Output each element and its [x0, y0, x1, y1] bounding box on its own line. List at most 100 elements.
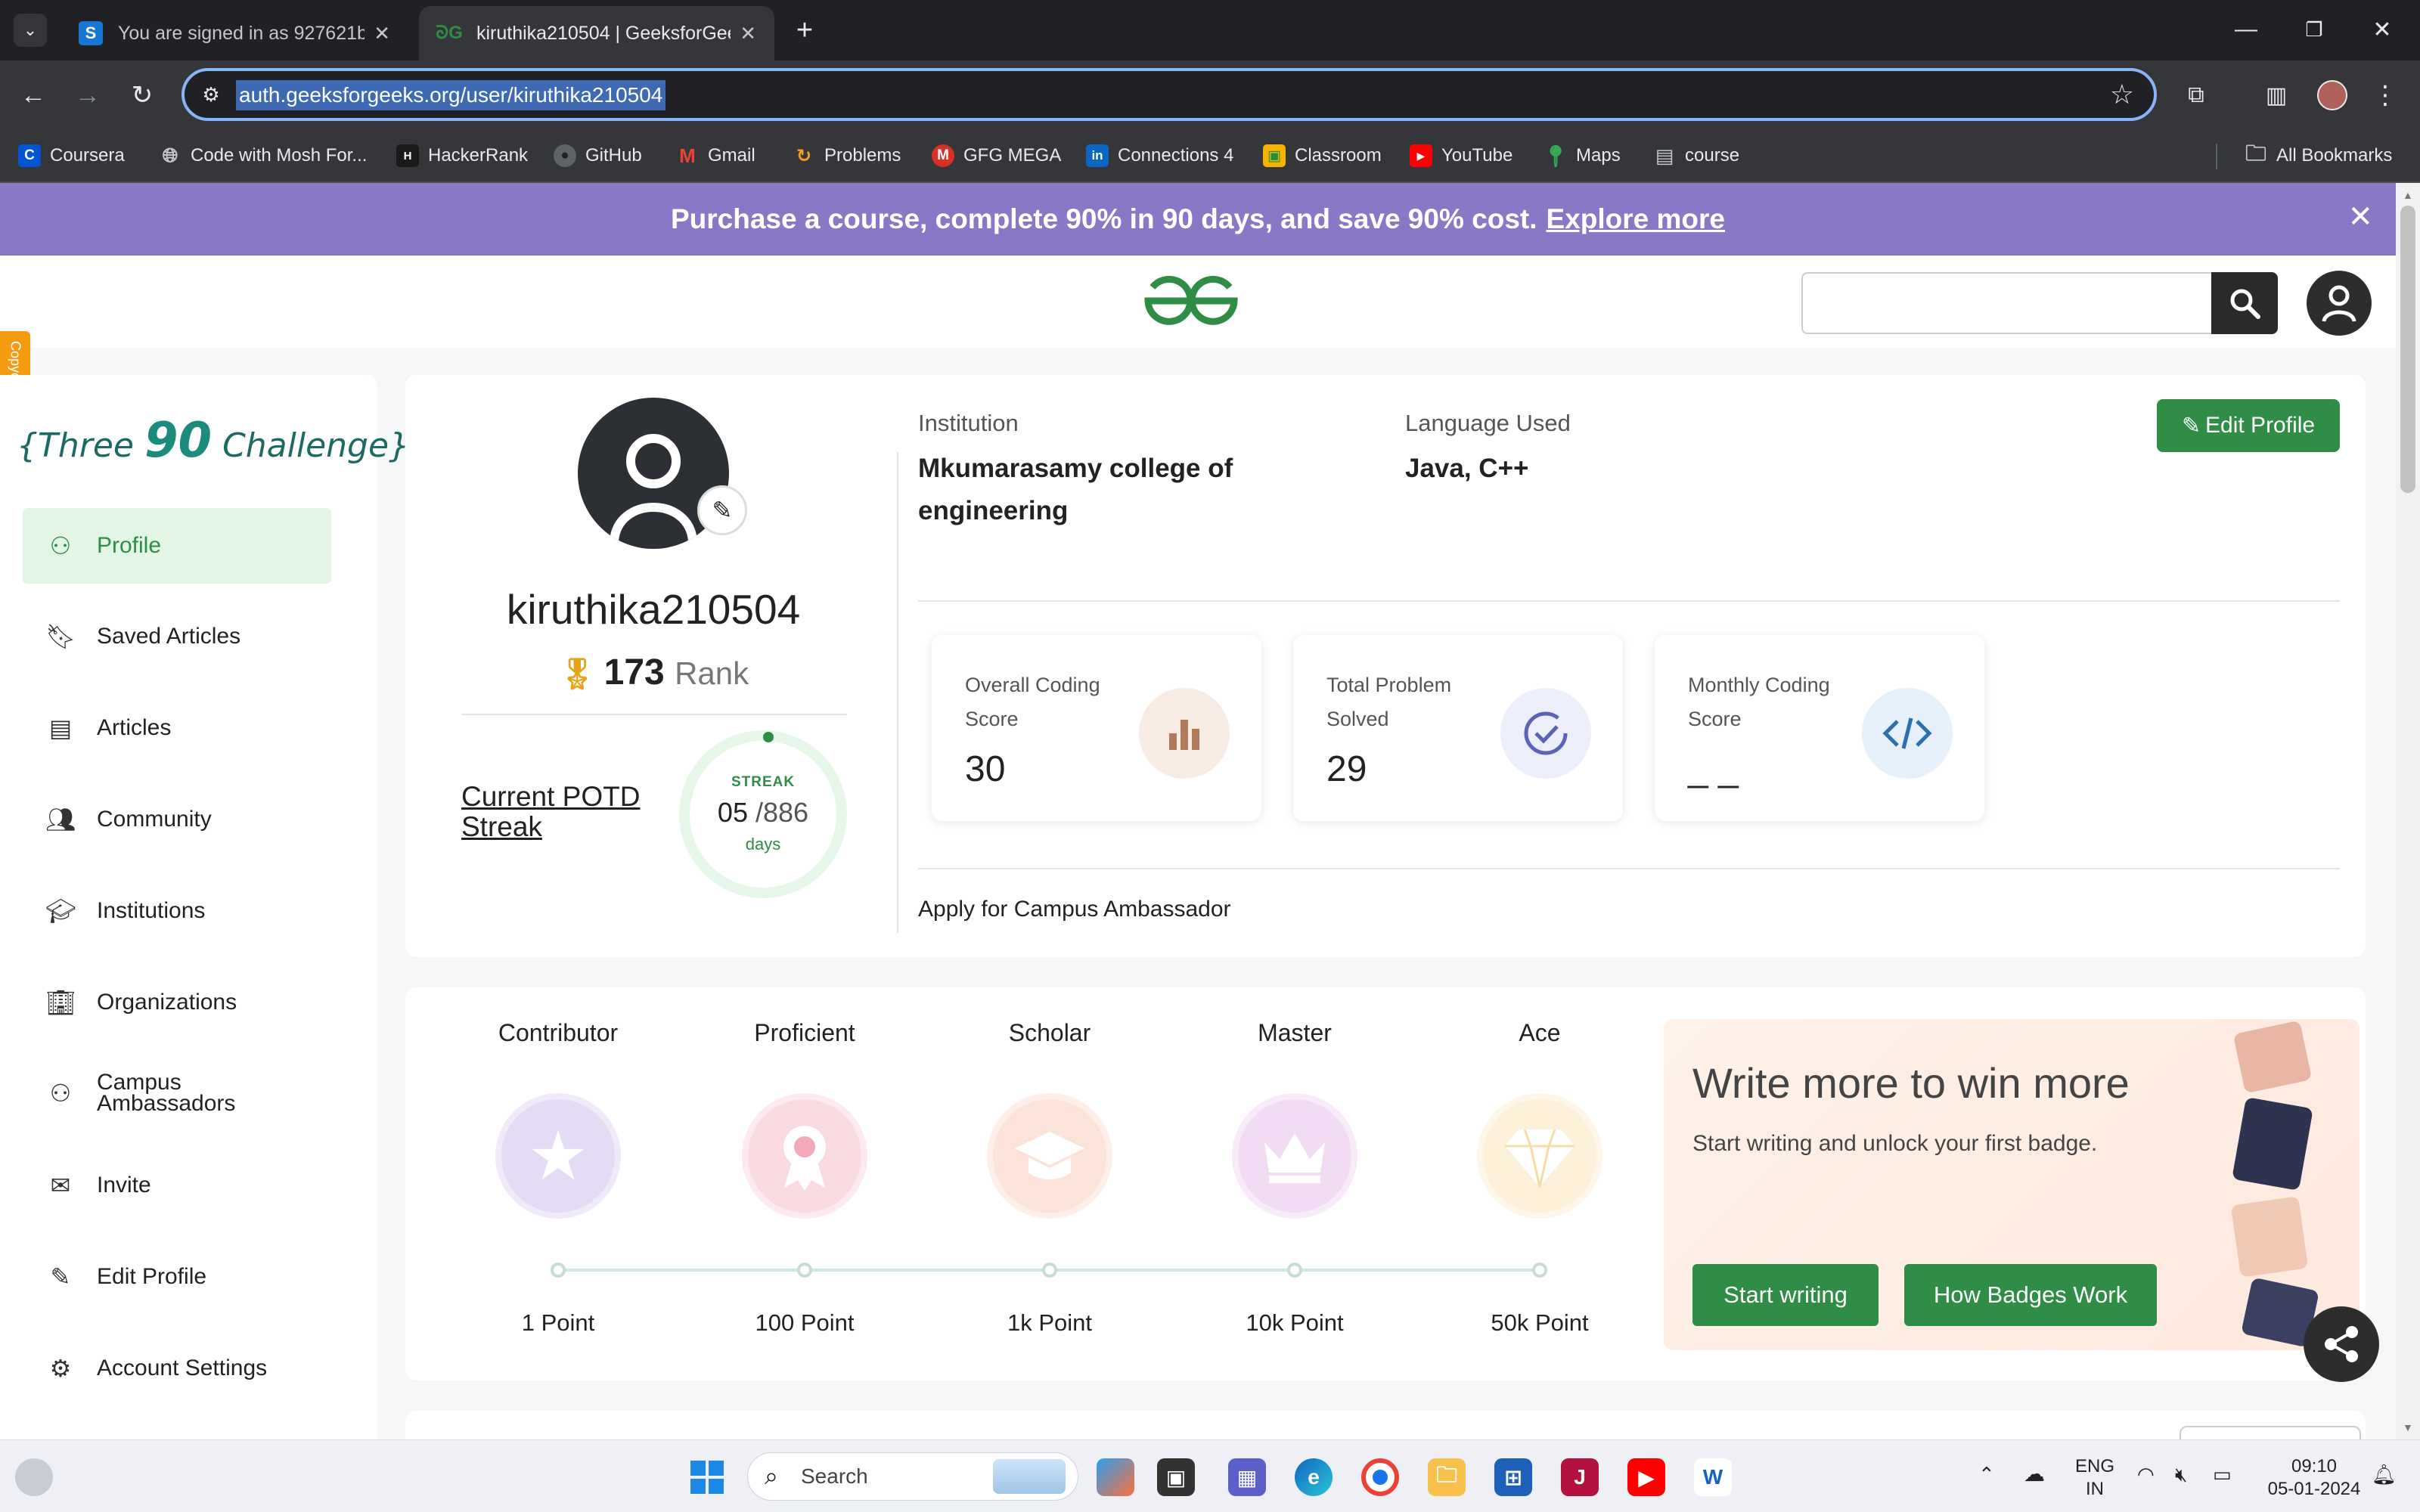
- promo-banner: Purchase a course, complete 90% in 90 da…: [0, 183, 2396, 256]
- sidebar-item-community[interactable]: 👥︎ Community: [23, 782, 331, 857]
- bookmark-problems[interactable]: ↻ Problems: [793, 141, 901, 171]
- scroll-down-icon[interactable]: ▼: [2403, 1421, 2413, 1433]
- how-badges-work-button[interactable]: How Badges Work: [1904, 1264, 2157, 1326]
- bookmark-maps[interactable]: 📍︎ Maps: [1542, 141, 1620, 171]
- restore-icon[interactable]: ❐: [2291, 11, 2337, 48]
- gfg-logo-icon[interactable]: [1142, 272, 1240, 330]
- battery-icon[interactable]: ▭: [2213, 1463, 2232, 1486]
- sidebar-item-articles[interactable]: ▤ Articles: [23, 690, 331, 766]
- sidebar-item-profile[interactable]: ⚇ Profile: [23, 508, 331, 584]
- tray-chevron-icon[interactable]: ⌃: [1978, 1463, 1995, 1486]
- file-explorer-icon[interactable]: 🗀︎: [1428, 1458, 1466, 1496]
- start-writing-button[interactable]: Start writing: [1692, 1264, 1879, 1326]
- minimize-icon[interactable]: —: [2223, 11, 2269, 48]
- onedrive-icon[interactable]: ☁: [2024, 1463, 2045, 1486]
- gmail-icon: M: [679, 144, 696, 167]
- bookmark-label: Code with Mosh For...: [191, 145, 368, 166]
- browser-tab-signed-in[interactable]: S You are signed in as 927621bcs ✕: [60, 6, 408, 60]
- bookmark-star-icon[interactable]: ☆: [2110, 79, 2134, 110]
- sidebar-item-organizations[interactable]: 🏢︎ Organizations: [23, 965, 331, 1040]
- three90-challenge-logo[interactable]: {Three 90 Challenge}: [17, 413, 410, 469]
- bookmark-course[interactable]: ▤ course: [1653, 141, 1739, 171]
- explore-more-link[interactable]: Explore more: [1547, 203, 1725, 235]
- potd-streak-link[interactable]: Current POTD Streak: [461, 782, 666, 842]
- search-icon: ⌕: [765, 1462, 778, 1489]
- medal-icon: 🎖︎: [557, 658, 597, 691]
- profile-avatar[interactable]: [2314, 77, 2350, 113]
- sidebar-item-invite[interactable]: ✉ Invite: [23, 1148, 331, 1223]
- tab-search-button[interactable]: ⌄: [14, 14, 47, 47]
- search-icon: [2230, 289, 2260, 319]
- browser-menu-icon[interactable]: ⋮: [2367, 77, 2403, 113]
- bookmark-hackerrank[interactable]: H HackerRank: [396, 141, 528, 171]
- reload-icon[interactable]: ↻: [124, 77, 160, 113]
- bookmark-youtube[interactable]: ▶ YouTube: [1410, 141, 1512, 171]
- edge-icon[interactable]: e: [1295, 1458, 1333, 1496]
- intellij-icon[interactable]: J: [1561, 1458, 1599, 1496]
- address-bar[interactable]: ⚙ auth.geeksforgeeks.org/user/kiruthika2…: [182, 68, 2157, 121]
- share-button[interactable]: [2304, 1306, 2379, 1382]
- new-tab-button[interactable]: +: [786, 12, 823, 48]
- scroll-up-icon[interactable]: ▲: [2403, 189, 2413, 201]
- close-window-icon[interactable]: ✕: [2360, 11, 2405, 48]
- bookmark-coursera[interactable]: C Coursera: [18, 141, 125, 171]
- search-input[interactable]: [1801, 272, 2213, 334]
- word-icon[interactable]: W: [1694, 1458, 1732, 1496]
- tab-close-icon[interactable]: ✕: [374, 22, 390, 45]
- bookmark-code-with-mosh[interactable]: 🌐︎ Code with Mosh For...: [159, 141, 368, 171]
- youtube-app-icon[interactable]: ▶: [1627, 1458, 1665, 1496]
- bookmark-label: All Bookmarks: [2276, 145, 2393, 166]
- language-indicator[interactable]: ENG IN: [2075, 1455, 2114, 1501]
- store-icon[interactable]: ⊞: [1494, 1458, 1532, 1496]
- copilot-icon[interactable]: [1097, 1458, 1134, 1496]
- wifi-icon[interactable]: ◠: [2137, 1463, 2155, 1486]
- edit-profile-button[interactable]: ✎ Edit Profile: [2157, 399, 2340, 452]
- language-value: Java, C++: [1405, 454, 1529, 483]
- side-panel-icon[interactable]: ▥: [2258, 77, 2294, 113]
- user-menu-avatar[interactable]: [2307, 271, 2372, 336]
- tab-close-icon[interactable]: ✕: [740, 22, 756, 45]
- bookmark-connections[interactable]: in Connections 4: [1086, 141, 1233, 171]
- bookmark-classroom[interactable]: ▣ Classroom: [1263, 141, 1382, 171]
- hackerrank-icon: H: [396, 144, 419, 167]
- notification-icon[interactable]: 🔔︎: [2372, 1463, 2397, 1486]
- back-icon[interactable]: ←: [15, 77, 51, 113]
- bookmark-label: Gmail: [708, 145, 755, 166]
- site-info-icon[interactable]: ⚙: [198, 82, 224, 107]
- volume-icon[interactable]: 🔇︎: [2175, 1463, 2187, 1486]
- browser-tab-gfg[interactable]: ᘐG kiruthika210504 | GeeksforGeek ✕: [419, 6, 774, 60]
- page-scrollbar[interactable]: ▲ ▼: [2396, 183, 2420, 1439]
- maps-icon: 📍︎: [1542, 144, 1569, 168]
- teams-icon[interactable]: ▦: [1228, 1458, 1266, 1496]
- start-icon[interactable]: [688, 1458, 726, 1496]
- bookmark-gfg-mega[interactable]: M GFG MEGA: [932, 141, 1061, 171]
- bookmark-gmail[interactable]: M Gmail: [676, 141, 755, 171]
- taskbar-search[interactable]: ⌕ Search: [747, 1452, 1078, 1501]
- clock[interactable]: 09:10 05-01-2024: [2261, 1455, 2367, 1501]
- sidebar-item-saved-articles[interactable]: 🔖︎ Saved Articles: [23, 599, 331, 674]
- sidebar-item-edit-profile[interactable]: ✎ Edit Profile: [23, 1239, 331, 1315]
- windows-taskbar: ⌕ Search ▣ ▦ e 🗀︎ ⊞ J ▶ W ⌃ ☁ ENG IN ◠ 🔇︎…: [0, 1439, 2420, 1512]
- forward-icon[interactable]: →: [70, 77, 106, 113]
- banner-close-icon[interactable]: ✕: [2347, 200, 2373, 234]
- section-tab[interactable]: [2180, 1426, 2361, 1439]
- url-text[interactable]: auth.geeksforgeeks.org/user/kiruthika210…: [236, 80, 666, 110]
- edit-avatar-button[interactable]: ✎: [697, 485, 747, 535]
- lang-bottom: IN: [2086, 1479, 2104, 1499]
- campus-ambassador-link[interactable]: Apply for Campus Ambassador: [918, 897, 1231, 922]
- course-icon: ▤: [1655, 144, 1674, 167]
- sidebar-item-campus-ambassadors[interactable]: ⚇ Campus Ambassadors: [23, 1055, 331, 1131]
- search-button[interactable]: [2211, 272, 2278, 334]
- widgets-icon[interactable]: [15, 1458, 53, 1496]
- sidebar-item-institutions[interactable]: 🎓︎ Institutions: [23, 873, 331, 949]
- bookmark-label: GFG MEGA: [963, 145, 1062, 166]
- all-bookmarks-button[interactable]: 🗀︎ All Bookmarks: [2245, 141, 2392, 171]
- scrollbar-thumb[interactable]: [2400, 206, 2415, 493]
- group-icon: ⚇: [49, 1080, 72, 1107]
- chrome-icon[interactable]: [1361, 1458, 1399, 1496]
- task-view-icon[interactable]: ▣: [1157, 1458, 1195, 1496]
- extensions-icon[interactable]: ⧉: [2178, 77, 2214, 113]
- bookmark-github[interactable]: ● GitHub: [554, 141, 642, 171]
- classroom-icon: ▣: [1263, 144, 1286, 167]
- sidebar-item-account-settings[interactable]: ⚙ Account Settings: [23, 1331, 331, 1406]
